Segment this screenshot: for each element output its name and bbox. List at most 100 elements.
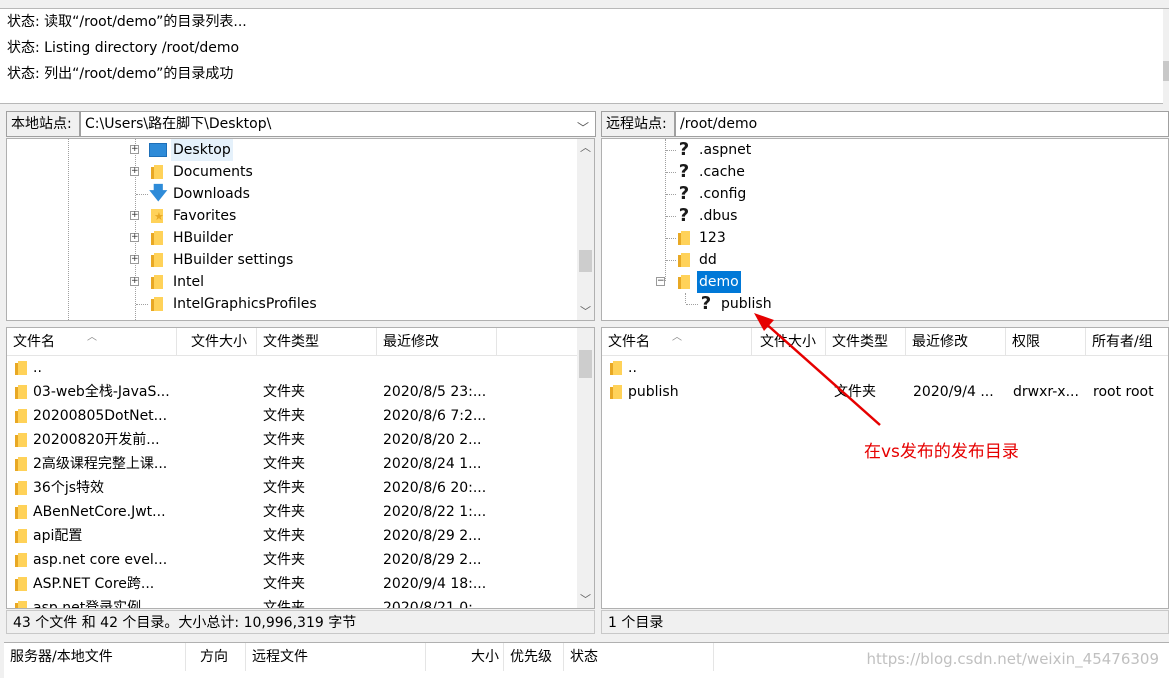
expand-icon[interactable]: + [130, 233, 139, 242]
queue-header-local-file[interactable]: 服务器/本地文件 [4, 643, 186, 671]
chevron-down-icon[interactable]: ﹀ [577, 591, 594, 608]
table-row[interactable]: 2高级课程完整上课... 文件夹 2020/8/24 1... [7, 452, 594, 476]
folder-icon [151, 165, 163, 179]
folder-icon [610, 361, 622, 375]
tree-item-label: Favorites [173, 208, 237, 224]
column-header-filesize[interactable]: 文件大小 [185, 328, 257, 356]
table-row[interactable]: 36个js特效 文件夹 2020/8/6 20:... [7, 476, 594, 500]
tree-line [136, 304, 148, 305]
table-row[interactable]: 20200805DotNet... 文件夹 2020/8/6 7:2... [7, 404, 594, 428]
table-row[interactable]: 20200820开发前... 文件夹 2020/8/20 2... [7, 428, 594, 452]
expand-icon[interactable]: + [130, 277, 139, 286]
cell-filename: api配置 [33, 528, 83, 544]
cell-filename: ASP.NET Core跨... [33, 576, 155, 592]
queue-header-priority[interactable]: 优先级 [504, 643, 564, 671]
local-directory-tree[interactable]: + Desktop + Documents 🡇 Downloads + Favo… [6, 138, 595, 321]
queue-header-status[interactable]: 状态 [564, 643, 714, 671]
tree-item-favorites[interactable]: + Favorites [7, 205, 572, 227]
expand-icon[interactable]: + [130, 167, 139, 176]
column-header-filename[interactable]: 文件名 ︿ [7, 328, 177, 356]
cell-permissions: drwxr-x... [1013, 384, 1079, 400]
scrollbar-thumb[interactable] [579, 250, 592, 272]
cell-owner: root root [1093, 384, 1154, 400]
expand-icon[interactable]: + [130, 211, 139, 220]
cell-filename: 36个js特效 [33, 480, 104, 496]
column-header-modified[interactable]: 最近修改 [377, 328, 497, 356]
local-path-text: C:\Users\路在脚下\Desktop\ [85, 116, 272, 132]
tree-item-hbuilder[interactable]: + HBuilder [7, 227, 572, 249]
folder-icon [678, 275, 690, 289]
table-row[interactable]: .. [7, 356, 594, 380]
tree-item-intelgraphicsprofiles[interactable]: IntelGraphicsProfiles [7, 293, 572, 315]
tree-item-demo[interactable]: − demo [602, 271, 1162, 293]
collapse-icon[interactable]: − [656, 277, 665, 286]
chevron-down-icon[interactable]: ﹀ [577, 303, 594, 320]
local-tree-scrollbar[interactable]: ︿ ﹀ [577, 139, 594, 320]
local-status-bar: 43 个文件 和 42 个目录。大小总计: 10,996,319 字节 [6, 610, 595, 634]
chevron-up-icon[interactable]: ︿ [577, 139, 594, 156]
folder-icon [15, 409, 27, 423]
tree-item-config[interactable]: ? .config [602, 183, 1162, 205]
column-header-filetype[interactable]: 文件类型 [257, 328, 377, 356]
tree-item-intel[interactable]: + Intel [7, 271, 572, 293]
cell-filetype: 文件夹 [263, 552, 305, 568]
tree-item-downloads[interactable]: 🡇 Downloads [7, 183, 572, 205]
column-header-filename[interactable]: 文件名 ︿ [602, 328, 752, 356]
queue-header-direction[interactable]: 方向 [194, 643, 246, 671]
tree-item-dbus[interactable]: ? .dbus [602, 205, 1162, 227]
folder-icon [151, 231, 163, 245]
tree-line [666, 260, 676, 261]
local-path-input[interactable]: C:\Users\路在脚下\Desktop\ ﹀ [80, 111, 596, 137]
tree-item-documents[interactable]: + Documents [7, 161, 572, 183]
cell-filetype: 文件夹 [263, 432, 305, 448]
table-row[interactable]: asp.net core evel... 文件夹 2020/8/29 2... [7, 548, 594, 572]
local-list-scrollbar[interactable]: ﹀ [577, 328, 594, 608]
log-line: 状态: 读取“/root/demo”的目录列表... [7, 14, 247, 30]
tree-item-label: HBuilder [173, 230, 234, 246]
expand-icon[interactable]: + [130, 145, 139, 154]
tree-item-hbuilder-settings[interactable]: + HBuilder settings [7, 249, 572, 271]
watermark: https://blog.csdn.net/weixin_45476309 [866, 650, 1159, 668]
column-header-permissions[interactable]: 权限 [1006, 328, 1086, 356]
cell-filetype: 文件夹 [263, 576, 305, 592]
log-scrollbar[interactable] [1163, 9, 1169, 105]
log-scrollbar-thumb[interactable] [1163, 61, 1169, 81]
local-file-list[interactable]: 文件名 ︿ 文件大小 文件类型 最近修改 .. 03-web全栈-JavaS...… [6, 327, 595, 609]
remote-directory-tree[interactable]: ? .aspnet ? .cache ? .config ? .dbus 123… [601, 138, 1169, 321]
tree-item-dd[interactable]: dd [602, 249, 1162, 271]
cell-modified: 2020/8/29 2... [383, 528, 482, 544]
cell-modified: 2020/8/24 1... [383, 456, 482, 472]
cell-modified: 2020/9/4 ... [913, 384, 994, 400]
tree-item-label: 123 [699, 230, 726, 246]
remote-path-input[interactable]: /root/demo [675, 111, 1169, 137]
remote-site-label: 远程站点: [601, 111, 675, 137]
table-row[interactable]: 03-web全栈-JavaS... 文件夹 2020/8/5 23:... [7, 380, 594, 404]
folder-icon [15, 385, 27, 399]
column-header-owner[interactable]: 所有者/组 [1086, 328, 1168, 356]
table-row[interactable]: ASP.NET Core跨... 文件夹 2020/9/4 18:... [7, 572, 594, 596]
cell-filename: 03-web全栈-JavaS... [33, 384, 170, 400]
tree-line [666, 150, 676, 151]
cell-filetype: 文件夹 [263, 384, 305, 400]
folder-icon [15, 457, 27, 471]
tree-item-cache[interactable]: ? .cache [602, 161, 1162, 183]
star-folder-icon [151, 209, 165, 223]
chevron-down-icon[interactable]: ﹀ [577, 116, 589, 136]
tree-item-label: IntelGraphicsProfiles [173, 296, 317, 312]
queue-header-size[interactable]: 大小 [426, 643, 504, 671]
tree-item-aspnet[interactable]: ? .aspnet [602, 139, 1162, 161]
expand-icon[interactable]: + [130, 255, 139, 264]
folder-icon [15, 481, 27, 495]
cell-filename: .. [33, 360, 42, 376]
tree-item-label: .config [699, 186, 747, 202]
table-row[interactable]: asp.net登录实例 文件夹 2020/8/21 0:... [7, 596, 594, 608]
column-header-modified[interactable]: 最近修改 [906, 328, 1006, 356]
scrollbar-thumb[interactable] [579, 350, 592, 378]
tree-item-desktop[interactable]: + Desktop [7, 139, 572, 161]
tree-line [666, 172, 676, 173]
log-line: 状态: 列出“/root/demo”的目录成功 [7, 66, 234, 82]
table-row[interactable]: api配置 文件夹 2020/8/29 2... [7, 524, 594, 548]
queue-header-remote-file[interactable]: 远程文件 [246, 643, 426, 671]
table-row[interactable]: ABenNetCore.Jwt... 文件夹 2020/8/22 1:... [7, 500, 594, 524]
tree-item-123[interactable]: 123 [602, 227, 1162, 249]
